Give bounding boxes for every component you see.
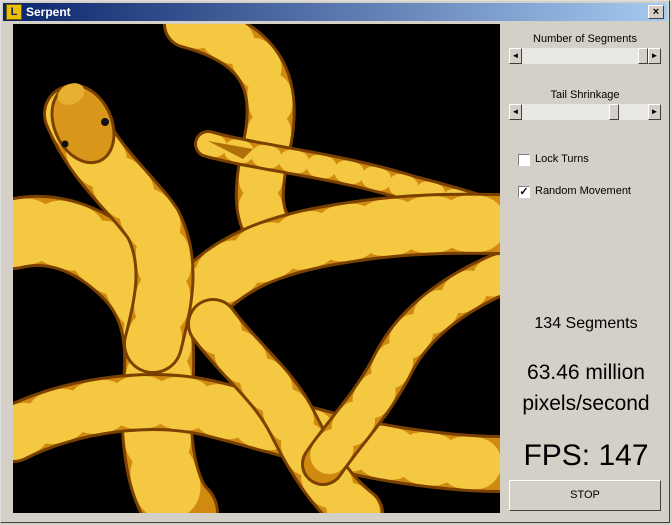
slider-thumb[interactable] (638, 48, 648, 64)
lock-turns-checkbox[interactable] (518, 154, 530, 166)
stop-button[interactable]: STOP (509, 480, 661, 511)
pixel-rate-unit: pixels/second (522, 392, 650, 415)
app-icon[interactable]: L (6, 4, 22, 20)
segments-slider-label: Number of Segments (533, 33, 637, 45)
window-title: Serpent (26, 5, 71, 19)
title-bar[interactable]: L Serpent × (3, 3, 667, 21)
shrinkage-slider-label: Tail Shrinkage (550, 89, 620, 101)
render-viewport (13, 24, 500, 513)
arrow-left-icon[interactable]: ◄ (509, 48, 522, 64)
snake-eye (61, 140, 69, 148)
random-movement-label[interactable]: Random Movement (535, 185, 631, 197)
pixel-rate-value: 63.46 million (527, 361, 645, 384)
slider-thumb[interactable] (609, 104, 619, 120)
slider-track[interactable] (522, 104, 648, 120)
slider-track[interactable] (522, 48, 648, 64)
random-movement-checkbox[interactable]: ✓ (518, 186, 530, 198)
segments-count: 134 Segments (534, 315, 638, 332)
close-button[interactable]: × (648, 5, 664, 19)
serpent-render (13, 24, 500, 513)
segments-slider[interactable]: ◄ ► (509, 48, 661, 65)
serpent-window: L Serpent × Number of Segments ◄ ► Tail … (0, 0, 670, 523)
lock-turns-label[interactable]: Lock Turns (535, 153, 589, 165)
fps-readout: FPS: 147 (523, 439, 649, 472)
arrow-left-icon[interactable]: ◄ (509, 104, 522, 120)
arrow-right-icon[interactable]: ► (648, 48, 661, 64)
shrinkage-slider[interactable]: ◄ ► (509, 104, 661, 121)
arrow-right-icon[interactable]: ► (648, 104, 661, 120)
snake-eye (101, 118, 109, 126)
